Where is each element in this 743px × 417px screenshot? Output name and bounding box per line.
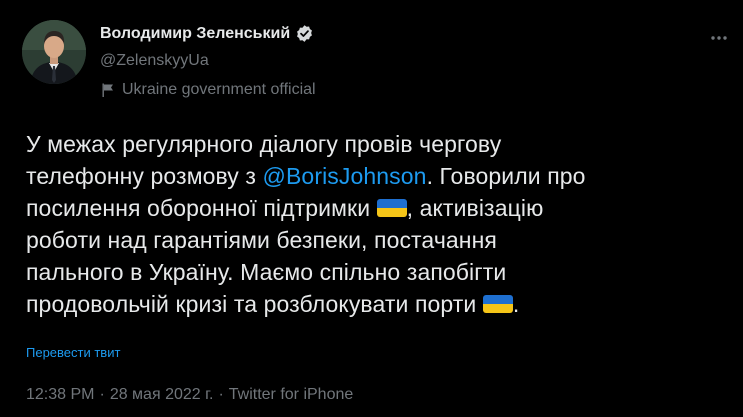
tweet-text-segment: , активізацію	[406, 195, 544, 221]
more-options-button[interactable]	[705, 24, 733, 52]
author-handle[interactable]: @ZelenskyyUa	[100, 52, 209, 70]
author-name-row[interactable]: Володимир Зеленський	[100, 24, 314, 43]
separator: ·	[99, 386, 105, 403]
avatar[interactable]	[22, 20, 86, 84]
mention-link[interactable]: @BorisJohnson	[263, 163, 427, 189]
separator: ·	[218, 386, 224, 403]
tweet-text-segment: .	[512, 291, 520, 317]
tweet-metadata: 12:38 PM · 28 мая 2022 г. · Twitter for iPho…	[26, 386, 353, 404]
author-display-name[interactable]: Володимир Зеленський	[100, 25, 290, 43]
ukraine-flag-icon	[376, 199, 407, 217]
tweet-text-segment: посилення оборонної підтримки	[26, 195, 377, 221]
affiliation-label: Ukraine government official	[100, 81, 316, 99]
tweet-text-line: У межах регулярного діалогу провів черго…	[26, 128, 726, 160]
tweet-date[interactable]: 28 мая 2022 г.	[110, 386, 214, 403]
tweet-text-segment: телефонну розмову з	[26, 163, 263, 189]
tweet-text-segment: . Говорили про	[426, 163, 586, 189]
flag-icon	[100, 82, 116, 98]
tweet-text-segment: продовольчій кризі та розблокувати порти	[26, 291, 483, 317]
tweet-text-segment: пального в Україну. Маємо спільно запобі…	[26, 259, 507, 285]
verified-badge-icon	[295, 24, 314, 43]
tweet-text-line: продовольчій кризі та розблокувати порти…	[26, 288, 726, 320]
tweet-text-line: роботи над гарантіями безпеки, постачанн…	[26, 224, 726, 256]
tweet-text-segment: роботи над гарантіями безпеки, постачанн…	[26, 227, 497, 253]
ukraine-flag-icon	[482, 295, 513, 313]
affiliation-text: Ukraine government official	[122, 81, 316, 98]
tweet-text: У межах регулярного діалогу провів черго…	[26, 128, 726, 320]
tweet-text-line: телефонну розмову з @BorisJohnson. Говор…	[26, 160, 726, 192]
translate-tweet-link[interactable]: Перевести твит	[26, 345, 120, 360]
tweet-time[interactable]: 12:38 PM	[26, 386, 94, 403]
tweet-text-line: посилення оборонної підтримки , активіза…	[26, 192, 726, 224]
tweet-text-line: пального в Україну. Маємо спільно запобі…	[26, 256, 726, 288]
tweet-card: Володимир Зеленський @ZelenskyyUa Ukrain…	[0, 0, 743, 417]
tweet-text-segment: У межах регулярного діалогу провів черго…	[26, 131, 502, 157]
tweet-source[interactable]: Twitter for iPhone	[229, 386, 354, 403]
more-dots-icon	[711, 36, 727, 40]
